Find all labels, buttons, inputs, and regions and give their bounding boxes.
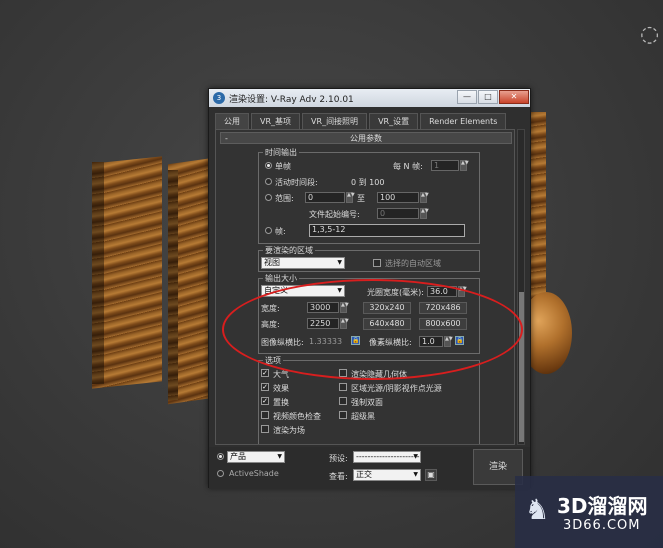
frames-radio[interactable] xyxy=(265,227,272,234)
single-frame-radio[interactable] xyxy=(265,162,272,169)
auto-region-label: 选择的自动区域 xyxy=(385,259,441,268)
effects-label: 效果 xyxy=(273,384,289,393)
wood-block-right-side xyxy=(168,170,178,400)
preset-label: 预设: xyxy=(329,454,348,463)
view-value: 正交 xyxy=(356,470,372,479)
render-area-value: 视图 xyxy=(264,258,280,267)
video-color-check-label: 视频颜色检查 xyxy=(273,412,321,421)
force-2sided-label: 强制双面 xyxy=(351,398,383,407)
file-number-field[interactable]: 0 xyxy=(377,208,419,219)
product-radio[interactable] xyxy=(217,453,224,460)
preset-dropdown[interactable]: ---------------------- ▼ xyxy=(353,451,421,463)
range-to-spinner[interactable]: ▲▼ xyxy=(420,192,429,203)
area-lights-checkbox[interactable] xyxy=(339,383,347,391)
scrollbar[interactable] xyxy=(517,129,525,445)
file-number-label: 文件起始编号: xyxy=(309,210,360,219)
active-segment-value: 0 到 100 xyxy=(351,178,385,187)
rollout-title: 公用参数 xyxy=(350,134,382,143)
range-from-spinner[interactable]: ▲▼ xyxy=(346,192,355,203)
output-size-label: 输出大小 xyxy=(263,273,299,284)
chevron-down-icon: ▼ xyxy=(413,471,418,478)
preset-value: ---------------------- xyxy=(356,452,420,461)
time-output-group: 时间输出 单帧 每 N 帧: 1 ▲▼ 活动时间段: 0 到 100 范围: 0… xyxy=(258,147,480,244)
chevron-down-icon: ▼ xyxy=(277,453,282,460)
render-area-dropdown[interactable]: 视图 ▼ xyxy=(261,257,345,269)
file-number-spinner[interactable]: ▲▼ xyxy=(420,208,429,219)
displacement-checkbox[interactable]: ✓ xyxy=(261,397,269,405)
every-n-spinner[interactable]: ▲▼ xyxy=(460,160,469,171)
render-fields-label: 渲染为场 xyxy=(273,426,305,435)
range-radio[interactable] xyxy=(265,194,272,201)
wood-block-left-side xyxy=(92,162,104,384)
annotation-ellipse xyxy=(222,279,523,380)
watermark: ♞ 3D溜溜网 3D66.COM xyxy=(515,476,663,548)
window-title: 渲染设置: V-Ray Adv 2.10.01 xyxy=(229,95,354,105)
displacement-label: 置换 xyxy=(273,398,289,407)
render-area-label: 要渲染的区域 xyxy=(263,245,315,256)
watermark-url: 3D66.COM xyxy=(563,518,641,533)
tab-vr-indirect[interactable]: VR_间接照明 xyxy=(302,113,368,129)
single-frame-label: 单帧 xyxy=(275,162,291,171)
view-label: 查看: xyxy=(329,472,348,481)
rollout-common-params[interactable]: - 公用参数 xyxy=(220,132,512,144)
every-n-label: 每 N 帧: xyxy=(393,162,423,171)
super-black-checkbox[interactable] xyxy=(339,411,347,419)
every-n-field[interactable]: 1 xyxy=(431,160,459,171)
activeshade-radio[interactable] xyxy=(217,470,224,477)
range-label: 范围: xyxy=(275,194,294,203)
area-lights-label: 区域光源/阴影视作点光源 xyxy=(351,384,442,393)
range-from-field[interactable]: 0 xyxy=(305,192,345,203)
effects-checkbox[interactable]: ✓ xyxy=(261,383,269,391)
view-dropdown[interactable]: 正交 ▼ xyxy=(353,469,421,481)
active-segment-label: 活动时间段: xyxy=(275,178,318,187)
viewcube-icon: ◌ xyxy=(640,22,660,47)
super-black-label: 超级黑 xyxy=(351,412,375,421)
close-button[interactable]: ✕ xyxy=(499,90,529,104)
chevron-down-icon: ▼ xyxy=(413,453,418,460)
tab-vr-settings[interactable]: VR_设置 xyxy=(369,113,419,129)
tab-vr-base[interactable]: VR_基项 xyxy=(251,113,301,129)
deer-logo-icon: ♞ xyxy=(524,493,550,526)
force-2sided-checkbox[interactable] xyxy=(339,397,347,405)
product-value: 产品 xyxy=(230,452,246,461)
scrollbar-thumb[interactable] xyxy=(519,292,524,442)
bottom-bar: 产品 ▼ ActiveShade 预设: -------------------… xyxy=(209,447,530,489)
auto-region-checkbox[interactable] xyxy=(373,259,381,267)
tab-bar: 公用 VR_基项 VR_间接照明 VR_设置 Render Elements xyxy=(215,113,508,129)
frames-field[interactable]: 1,3,5-12 xyxy=(309,224,465,237)
range-to-label: 至 xyxy=(357,194,365,203)
atmosphere-checkbox[interactable]: ✓ xyxy=(261,369,269,377)
render-area-group: 要渲染的区域 视图 ▼ 选择的自动区域 xyxy=(258,245,480,272)
render-fields-checkbox[interactable] xyxy=(261,425,269,433)
tab-common[interactable]: 公用 xyxy=(215,113,249,129)
titlebar: 3 渲染设置: V-Ray Adv 2.10.01 — □ ✕ xyxy=(209,89,530,107)
time-output-label: 时间输出 xyxy=(263,147,299,158)
maximize-button[interactable]: □ xyxy=(478,90,498,104)
chevron-down-icon: ▼ xyxy=(337,259,342,266)
watermark-title: 3D溜溜网 xyxy=(557,494,648,518)
collapse-icon: - xyxy=(225,134,228,143)
frames-label: 帧: xyxy=(275,227,286,236)
lock-view-icon[interactable]: ▣ xyxy=(425,469,437,481)
minimize-button[interactable]: — xyxy=(457,90,477,104)
app-icon: 3 xyxy=(213,92,225,104)
tab-render-elements[interactable]: Render Elements xyxy=(420,113,507,129)
video-color-check-checkbox[interactable] xyxy=(261,411,269,419)
product-dropdown[interactable]: 产品 ▼ xyxy=(227,451,285,463)
activeshade-label: ActiveShade xyxy=(229,469,279,478)
range-to-field[interactable]: 100 xyxy=(377,192,419,203)
active-segment-radio[interactable] xyxy=(265,178,272,185)
